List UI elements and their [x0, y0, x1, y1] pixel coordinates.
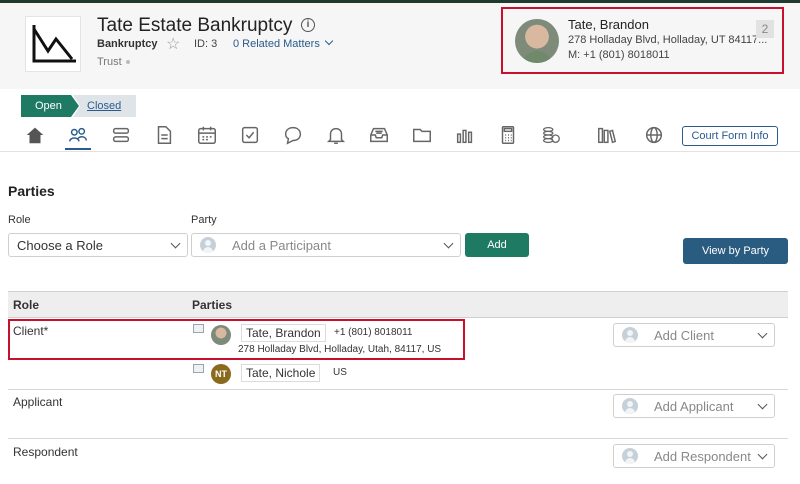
client-name: Tate, Brandon [568, 17, 649, 32]
layers-icon[interactable] [108, 122, 134, 148]
calendar-icon[interactable] [194, 122, 220, 148]
folder-icon[interactable] [409, 122, 435, 148]
checkbox-icon[interactable] [237, 122, 263, 148]
add-respondent-placeholder: Add Respondent [654, 449, 751, 464]
parties-title: Parties [8, 183, 55, 199]
add-respondent-select[interactable]: Add Respondent [613, 444, 775, 468]
calculator-icon[interactable] [495, 122, 521, 148]
role-select[interactable]: Choose a Role [8, 233, 188, 257]
contacts-icon[interactable] [65, 122, 91, 150]
matter-subtype-label: Trust [97, 56, 122, 68]
highlight-box [8, 319, 465, 360]
matter-id: ID: 3 [194, 38, 218, 50]
participant-select[interactable]: Add a Participant [191, 233, 461, 257]
participant-select-placeholder: Add a Participant [232, 238, 332, 253]
user-placeholder-icon [622, 398, 638, 414]
row-divider [8, 389, 788, 390]
column-role: Role [13, 298, 40, 312]
matter-subtype: Trust [97, 56, 130, 68]
star-icon[interactable]: ☆ [166, 34, 180, 54]
globe-icon[interactable] [641, 122, 667, 148]
role-applicant: Applicant [13, 395, 63, 409]
role-select-value: Choose a Role [17, 238, 103, 253]
info-icon[interactable]: i [301, 18, 315, 32]
court-form-info-button[interactable]: Court Form Info [682, 126, 778, 146]
library-icon[interactable] [594, 122, 620, 148]
party-label: Party [191, 214, 217, 226]
parties-table-header: Role Parties [8, 291, 788, 318]
document-icon[interactable] [151, 122, 177, 148]
chevron-down-icon [757, 399, 768, 410]
home-icon[interactable] [22, 122, 48, 148]
status-open[interactable]: Open [21, 95, 79, 117]
role-label: Role [8, 214, 31, 226]
add-applicant-select[interactable]: Add Applicant [613, 394, 775, 418]
chevron-down-icon [443, 238, 454, 249]
client-avatar [515, 19, 559, 63]
party-chip-nichole[interactable]: Tate, Nichole [241, 364, 321, 382]
matter-title: Tate Estate Bankruptcy [97, 15, 293, 36]
user-placeholder-icon [622, 448, 638, 464]
matter-logo [25, 16, 81, 72]
client-count-badge[interactable]: 2 [756, 20, 774, 38]
matter-header: Tate Estate Bankruptcy i Bankruptcy ☆ ID… [0, 3, 800, 89]
chart-down-icon [32, 25, 76, 63]
related-matters-label: 0 Related Matters [233, 38, 320, 50]
client-address: 278 Holladay Blvd, Holladay, UT 84117... [568, 34, 768, 46]
add-client-placeholder: Add Client [654, 328, 714, 343]
role-respondent: Respondent [13, 445, 78, 459]
chevron-down-icon [757, 449, 768, 460]
bell-icon[interactable] [323, 122, 349, 148]
client-phone: M: +1 (801) 8018011 [568, 49, 670, 61]
status-closed[interactable]: Closed [73, 95, 136, 117]
related-matters-link[interactable]: 0 Related Matters [233, 36, 334, 50]
billing-icon[interactable] [538, 122, 564, 148]
add-applicant-placeholder: Add Applicant [654, 399, 734, 414]
matter-type: Bankruptcy [97, 38, 158, 50]
row-divider [8, 438, 788, 439]
user-placeholder-icon [622, 327, 638, 343]
column-parties: Parties [192, 298, 233, 312]
user-placeholder-icon [200, 237, 216, 253]
primary-client-card[interactable]: Tate, Brandon 278 Holladay Blvd, Hollada… [501, 7, 784, 74]
avatar: NT [211, 364, 231, 384]
chevron-down-icon [170, 238, 181, 249]
chevron-down-icon [757, 328, 768, 339]
contact-card-icon[interactable] [193, 364, 204, 373]
chevron-down-icon [324, 36, 334, 46]
view-by-party-button[interactable]: View by Party [683, 238, 788, 264]
matter-toolbar: Court Form Info [0, 120, 800, 151]
chat-icon[interactable] [280, 122, 306, 148]
dot-icon [125, 60, 130, 64]
toolbar-divider [0, 151, 800, 152]
inbox-icon[interactable] [366, 122, 392, 148]
party-country: US [333, 367, 347, 378]
chart-icon[interactable] [452, 122, 478, 148]
add-party-button[interactable]: Add [465, 233, 529, 257]
add-client-select[interactable]: Add Client [613, 323, 775, 347]
